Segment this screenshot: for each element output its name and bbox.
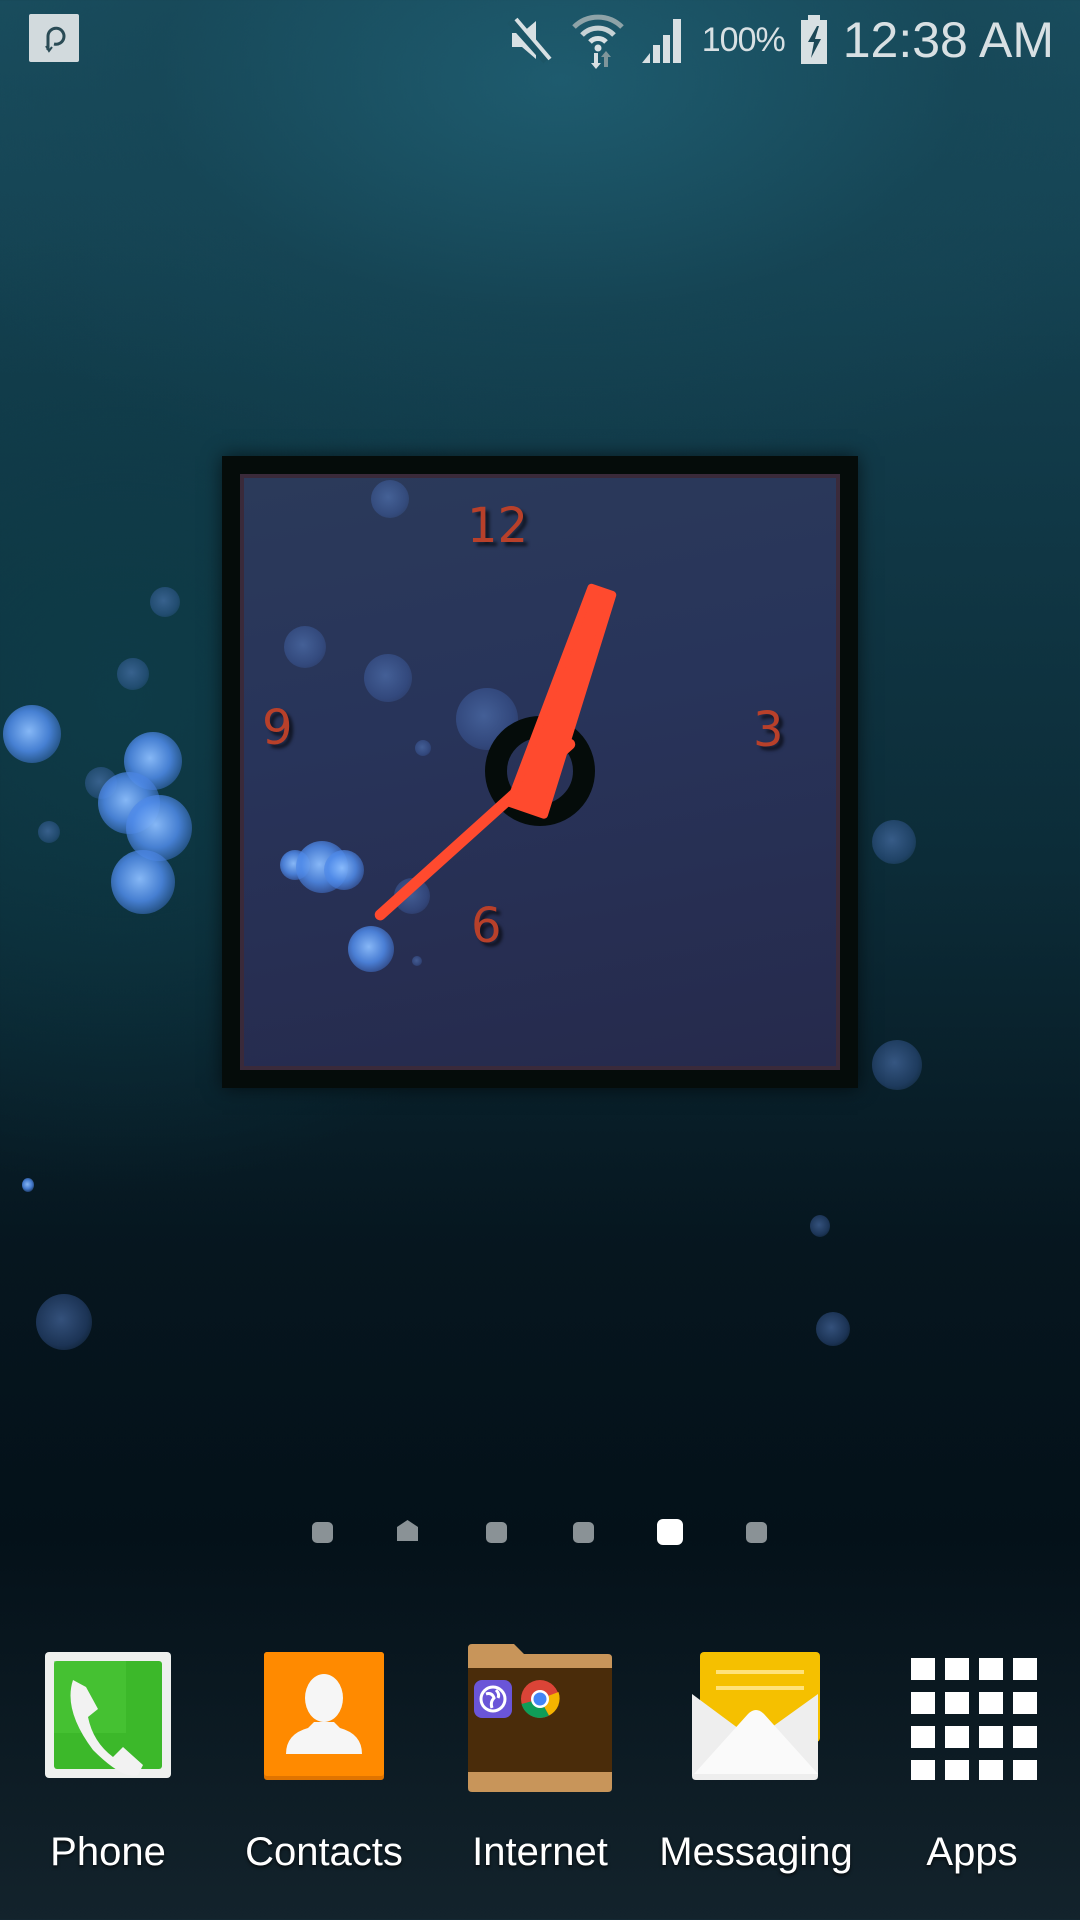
page-dot[interactable]	[746, 1522, 767, 1543]
apps-grid-square	[945, 1760, 969, 1780]
page-indicator[interactable]	[0, 1512, 1080, 1552]
apps-grid-square	[945, 1726, 969, 1748]
dock-label-phone: Phone	[50, 1830, 166, 1874]
apps-grid-square	[1013, 1726, 1037, 1748]
apps-grid-square	[1013, 1760, 1037, 1780]
clock-hands	[374, 583, 617, 921]
apps-grid-square	[979, 1658, 1003, 1680]
messaging-icon	[692, 1652, 820, 1780]
folder-icon	[468, 1644, 612, 1792]
apps-grid-square	[911, 1692, 935, 1714]
wallpaper-bubble	[150, 587, 180, 617]
dock-item-internet-folder[interactable]: Internet	[440, 1640, 640, 1900]
wallpaper-bubble	[872, 1040, 922, 1090]
wallpaper-bubble	[810, 1215, 830, 1237]
dock-item-phone[interactable]: Phone	[8, 1640, 208, 1900]
page-dot[interactable]	[312, 1522, 333, 1543]
notification-app-icon	[29, 14, 79, 62]
dock-label-apps: Apps	[926, 1830, 1018, 1874]
apps-grid-square	[945, 1658, 969, 1680]
apps-grid-square	[979, 1760, 1003, 1780]
wallpaper-bubble	[816, 1312, 850, 1346]
apps-grid-square	[979, 1692, 1003, 1714]
analog-clock-widget[interactable]: 12 3 6 9	[222, 456, 858, 1088]
dock-label-internet: Internet	[472, 1830, 608, 1874]
wifi-icon	[572, 14, 624, 69]
apps-grid-square	[1013, 1692, 1037, 1714]
signal-icon	[641, 19, 681, 63]
page-dot-active[interactable]	[657, 1519, 683, 1545]
apps-grid-square	[1013, 1658, 1037, 1680]
phone-icon	[45, 1652, 171, 1778]
mute-icon	[507, 17, 552, 64]
apps-grid-square	[979, 1726, 1003, 1748]
dock-item-apps[interactable]: Apps	[872, 1640, 1072, 1900]
wallpaper-bubble	[36, 1294, 92, 1350]
wallpaper-bubble	[3, 705, 61, 763]
apps-grid-square	[945, 1692, 969, 1714]
apps-grid-square	[911, 1760, 935, 1780]
page-dot[interactable]	[573, 1522, 594, 1543]
dock-item-messaging[interactable]: Messaging	[656, 1640, 856, 1900]
status-bar[interactable]: 100% 12:38 AM	[0, 0, 1080, 80]
wallpaper-bubble	[872, 820, 916, 864]
dock-label-contacts: Contacts	[245, 1830, 403, 1874]
dock-item-contacts[interactable]: Contacts	[224, 1640, 424, 1900]
pinterest-like-p-icon	[45, 26, 66, 53]
apps-grid-icon	[911, 1658, 1037, 1780]
dock-label-messaging: Messaging	[659, 1830, 853, 1874]
contacts-icon	[264, 1652, 384, 1780]
dock: Phone Contacts Internet Messaging Apps	[0, 1640, 1080, 1900]
hour-hand	[505, 583, 617, 819]
wallpaper-bubble	[117, 658, 149, 690]
status-time: 12:38 AM	[842, 12, 1054, 68]
battery-percent: 100%	[701, 20, 786, 59]
apps-grid-square	[911, 1658, 935, 1680]
page-dot[interactable]	[486, 1522, 507, 1543]
home-page-icon[interactable]	[397, 1520, 418, 1541]
battery-charging-icon	[800, 15, 827, 64]
apps-grid-square	[911, 1726, 935, 1748]
wallpaper-bubble	[111, 850, 175, 914]
wallpaper-bubble	[38, 821, 60, 843]
wallpaper-bubble	[22, 1178, 34, 1192]
